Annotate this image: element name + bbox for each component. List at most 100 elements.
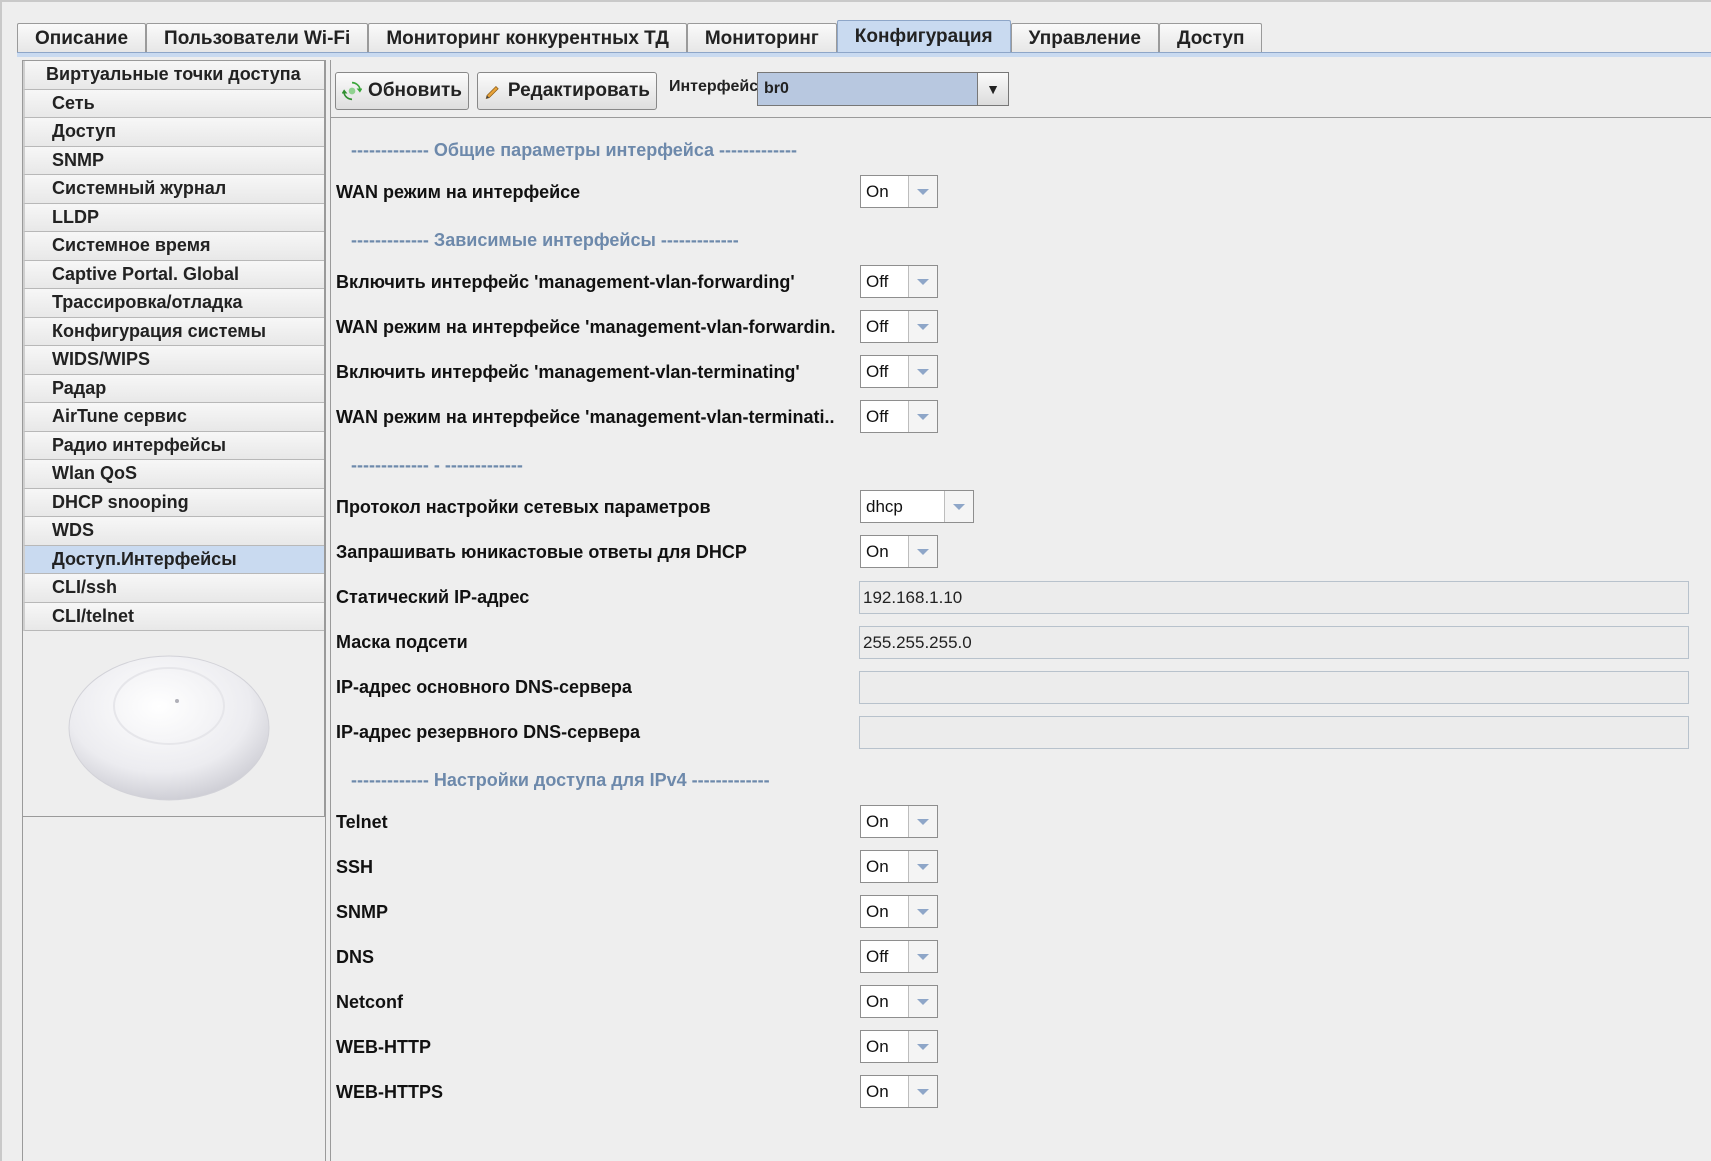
label-telnet: Telnet <box>336 812 388 832</box>
refresh-button[interactable]: Обновить <box>335 72 469 110</box>
chevron-down-icon[interactable] <box>908 536 937 567</box>
chevron-down-icon[interactable] <box>908 1031 937 1062</box>
label-snmp: SNMP <box>336 902 389 922</box>
tab-competitor-ap-monitoring[interactable]: Мониторинг конкурентных ТД <box>368 23 687 53</box>
chevron-down-icon[interactable] <box>908 176 937 207</box>
protocol-select[interactable]: dhcp <box>860 490 974 523</box>
sidebar-item-system-time[interactable]: Системное время <box>23 232 324 261</box>
label-dns-secondary: IP-адрес резервного DNS-сервера <box>336 722 640 742</box>
chevron-down-icon[interactable] <box>908 941 937 972</box>
web-https-value: On <box>866 1081 889 1101</box>
chevron-down-icon[interactable] <box>908 986 937 1017</box>
edit-button[interactable]: Редактировать <box>477 72 657 110</box>
sidebar-item-radio-interfaces[interactable]: Радио интерфейсы <box>23 431 324 460</box>
netmask-field[interactable]: 255.255.255.0 <box>859 626 1689 659</box>
label-wan-mode: WAN режим на интерфейсе <box>336 182 581 202</box>
edit-label: Редактировать <box>507 80 650 101</box>
label-web-http: WEB-HTTP <box>336 1037 431 1057</box>
sidebar-empty-area <box>22 817 326 1161</box>
refresh-icon <box>342 81 363 101</box>
label-web-https: WEB-HTTPS <box>336 1082 443 1102</box>
sidebar-item-radar[interactable]: Радар <box>23 374 324 403</box>
tab-underline <box>17 52 1711 57</box>
chevron-down-icon[interactable]: ▼ <box>977 73 1008 105</box>
snmp-value: On <box>866 901 889 921</box>
chevron-down-icon[interactable] <box>944 491 973 522</box>
telnet-select[interactable]: On <box>860 805 938 838</box>
sidebar-item-captive-portal[interactable]: Captive Portal. Global <box>23 260 324 289</box>
sidebar-item-network[interactable]: Сеть <box>23 89 324 118</box>
sidebar-item-access-interfaces[interactable]: Доступ.Интерфейсы <box>23 545 324 574</box>
sidebar-item-wlan-qos[interactable]: Wlan QoS <box>23 460 324 489</box>
chevron-down-icon[interactable] <box>908 851 937 882</box>
sidebar-item-lldp[interactable]: LLDP <box>23 203 324 232</box>
chevron-down-icon[interactable] <box>908 311 937 342</box>
wan-mvf-value: Off <box>866 316 889 336</box>
wan-mvt-select[interactable]: Off <box>860 400 938 433</box>
dns-primary-field[interactable] <box>859 671 1689 704</box>
chevron-down-icon[interactable] <box>908 401 937 432</box>
enable-mvt-value: Off <box>866 361 889 381</box>
label-protocol: Протокол настройки сетевых параметров <box>336 497 711 517</box>
web-http-value: On <box>866 1036 889 1056</box>
pencil-icon <box>485 85 499 99</box>
wan-mode-select[interactable]: On <box>860 175 938 208</box>
enable-mvt-select[interactable]: Off <box>860 355 938 388</box>
chevron-down-icon[interactable] <box>908 896 937 927</box>
unicast-dhcp-select[interactable]: On <box>860 535 938 568</box>
chevron-down-icon[interactable] <box>908 806 937 837</box>
enable-mvf-select[interactable]: Off <box>860 265 938 298</box>
label-enable-mvt: Включить интерфейс 'management-vlan-term… <box>336 362 800 382</box>
tab-description[interactable]: Описание <box>17 23 147 53</box>
sidebar-item-tracing[interactable]: Трассировка/отладка <box>23 289 324 318</box>
sidebar-item-wds[interactable]: WDS <box>23 517 324 546</box>
chevron-down-icon[interactable] <box>908 1076 937 1107</box>
netconf-value: On <box>866 991 889 1011</box>
protocol-value: dhcp <box>866 496 903 516</box>
sidebar-item-cli-ssh[interactable]: CLI/ssh <box>23 574 324 603</box>
main-tabbar: Описание Пользователи Wi-Fi Мониторинг к… <box>17 20 1263 53</box>
wan-mode-value: On <box>866 181 889 201</box>
dns-select[interactable]: Off <box>860 940 938 973</box>
sidebar-item-wids-wips[interactable]: WIDS/WIPS <box>23 346 324 375</box>
tab-management[interactable]: Управление <box>1010 23 1159 53</box>
sidebar-item-dhcp-snooping[interactable]: DHCP snooping <box>23 488 324 517</box>
config-sidebar: Виртуальные точки доступа Сеть Доступ SN… <box>22 60 325 817</box>
tab-access[interactable]: Доступ <box>1158 23 1263 53</box>
enable-mvf-value: Off <box>866 271 889 291</box>
label-netmask: Маска подсети <box>336 632 468 652</box>
section-dependent: ------------- Зависимые интерфейсы -----… <box>351 230 739 250</box>
splitter-left[interactable] <box>325 60 326 1161</box>
ssh-select[interactable]: On <box>860 850 938 883</box>
netconf-select[interactable]: On <box>860 985 938 1018</box>
window-left-border <box>0 0 2 1161</box>
label-netconf: Netconf <box>336 992 403 1012</box>
sidebar-item-airtune[interactable]: AirTune сервис <box>23 403 324 432</box>
unicast-dhcp-value: On <box>866 541 889 561</box>
chevron-down-icon[interactable] <box>908 356 937 387</box>
web-http-select[interactable]: On <box>860 1030 938 1063</box>
refresh-label: Обновить <box>368 80 462 101</box>
interface-select[interactable]: br0 ▼ <box>757 72 1009 106</box>
sidebar-item-system-config[interactable]: Конфигурация системы <box>23 317 324 346</box>
label-wan-mvf: WAN режим на интерфейсе 'management-vlan… <box>336 317 836 337</box>
chevron-down-icon[interactable] <box>908 266 937 297</box>
label-wan-mvt: WAN режим на интерфейсе 'management-vlan… <box>336 407 835 427</box>
tab-monitoring[interactable]: Мониторинг <box>686 23 837 53</box>
sidebar-item-virtual-aps[interactable]: Виртуальные точки доступа <box>23 61 324 90</box>
section-ipv4-access: ------------- Настройки доступа для IPv4… <box>351 770 770 790</box>
sidebar-item-access[interactable]: Доступ <box>23 118 324 147</box>
window-top-border <box>0 0 1711 2</box>
sidebar-item-snmp[interactable]: SNMP <box>23 146 324 175</box>
web-https-select[interactable]: On <box>860 1075 938 1108</box>
dns-secondary-field[interactable] <box>859 716 1689 749</box>
tab-wifi-users[interactable]: Пользователи Wi-Fi <box>146 23 369 53</box>
static-ip-field[interactable]: 192.168.1.10 <box>859 581 1689 614</box>
tab-configuration[interactable]: Конфигурация <box>836 20 1011 53</box>
sidebar-item-cli-telnet[interactable]: CLI/telnet <box>23 602 324 631</box>
snmp-select[interactable]: On <box>860 895 938 928</box>
interface-label: Интерфейс <box>669 78 759 95</box>
sidebar-item-syslog[interactable]: Системный журнал <box>23 175 324 204</box>
wan-mvf-select[interactable]: Off <box>860 310 938 343</box>
ssh-value: On <box>866 856 889 876</box>
